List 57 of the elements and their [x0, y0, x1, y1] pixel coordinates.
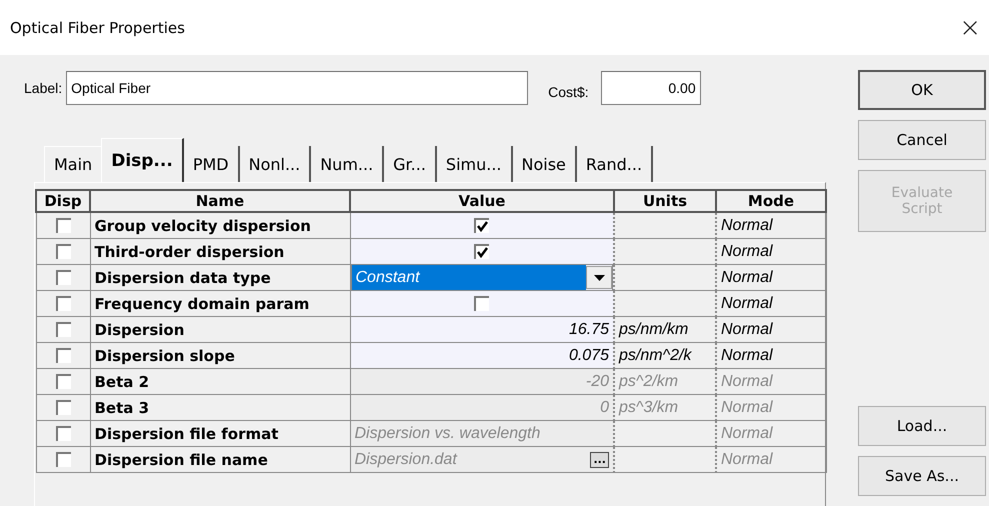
name-cell: Dispersion data type [90, 264, 350, 290]
value-cell: 0.075 [350, 342, 614, 368]
mode-cell: Normal [716, 342, 826, 368]
close-button[interactable]: × [959, 12, 981, 42]
value-cell: Dispersion vs. wavelength [350, 420, 614, 446]
checkbox[interactable] [474, 296, 490, 311]
checkbox[interactable] [56, 270, 70, 285]
column-header: Name [90, 190, 350, 212]
dropdown[interactable]: Constant [350, 264, 613, 291]
name-cell: Group velocity dispersion [90, 212, 350, 238]
tab[interactable]: Disp... [101, 138, 184, 182]
name-cell: Beta 2 [90, 368, 350, 394]
column-header: Units [614, 190, 716, 212]
column-header: Mode [716, 190, 826, 212]
checkbox[interactable] [56, 322, 70, 337]
label-field[interactable]: Optical Fiber [66, 71, 528, 105]
units-cell: ps/nm^2/k [614, 342, 716, 368]
units-cell: ps^3/km [614, 394, 716, 420]
cost-field[interactable]: 0.00 [600, 71, 701, 105]
mode-cell: Normal [716, 368, 826, 394]
checkbox[interactable] [474, 218, 490, 233]
value-cell: -20 [350, 368, 614, 394]
checkbox[interactable] [56, 244, 70, 259]
mode-cell: Normal [716, 212, 826, 238]
column-header: Disp [36, 190, 90, 212]
column-header: Value [350, 190, 614, 212]
field-label: Label: [24, 80, 62, 96]
value-cell: 0 [350, 394, 614, 420]
units-cell: ps^2/km [614, 368, 716, 394]
mode-cell: Normal [716, 264, 826, 290]
dialog-button[interactable]: Load... [858, 406, 986, 446]
mode-cell: Normal [716, 446, 826, 472]
file-name-text: Dispersion.dat [354, 450, 457, 468]
checkbox[interactable] [56, 218, 70, 233]
name-cell: Dispersion slope [90, 342, 350, 368]
mode-cell: Normal [716, 238, 826, 264]
checkbox[interactable] [474, 244, 490, 259]
dialog-button[interactable]: Cancel [858, 120, 986, 160]
name-cell: Dispersion file format [90, 420, 350, 446]
checkbox[interactable] [56, 296, 70, 311]
tab[interactable]: Main [44, 146, 102, 182]
field-label: Cost$: [548, 84, 589, 100]
name-cell: Dispersion file name [90, 446, 350, 472]
mode-cell: Normal [716, 420, 826, 446]
value-cell: 16.75 [350, 316, 614, 342]
mode-cell: Normal [716, 394, 826, 420]
name-cell: Frequency domain param [90, 290, 350, 316]
dialog-button[interactable]: OK [858, 70, 986, 110]
checkbox[interactable] [56, 348, 70, 363]
name-cell: Third-order dispersion [90, 238, 350, 264]
name-cell: Beta 3 [90, 394, 350, 420]
window-title: Optical Fiber Properties [10, 18, 185, 36]
mode-cell: Normal [716, 316, 826, 342]
units-cell: ps/nm/km [614, 316, 716, 342]
dialog-button[interactable]: Save As... [858, 456, 986, 496]
mode-cell: Normal [716, 290, 826, 316]
name-cell: Dispersion [90, 316, 350, 342]
